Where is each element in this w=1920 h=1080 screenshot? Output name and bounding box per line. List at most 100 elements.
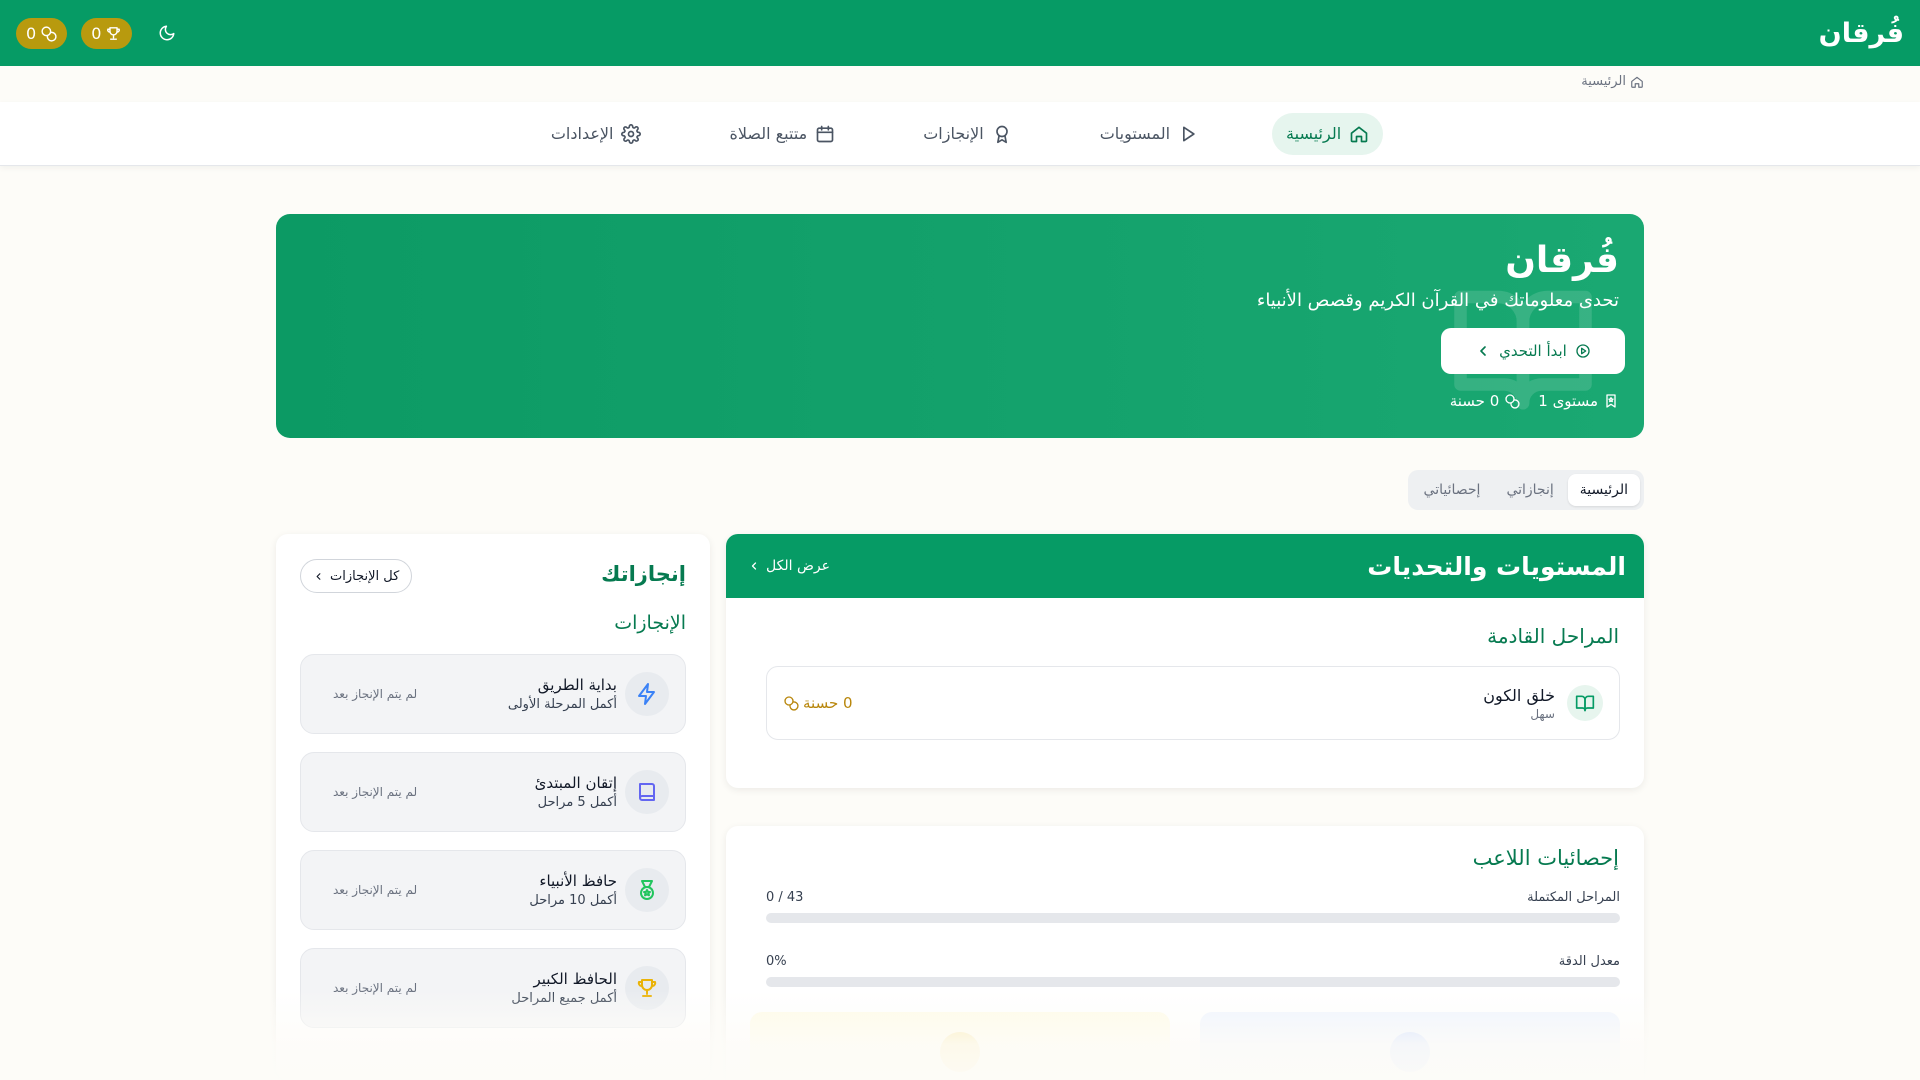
accuracy-progress-bar (766, 977, 1620, 987)
completed-stages-stat: المراحل المكتملة 0 / 43 (766, 890, 1620, 923)
achievement-desc: أكمل المرحلة الأولى (507, 697, 617, 712)
achievements-card: إنجازاتك كل الإنجازات الإنجازات بداية ال… (276, 534, 710, 1080)
stat-tile-yellow (750, 1012, 1170, 1080)
accuracy-label: معدل الدقة (1558, 954, 1620, 969)
view-tabs: الرئيسية إنجازاتي إحصائياتي (1407, 470, 1644, 510)
achievement-name: حافظ الأنبياء (539, 872, 617, 890)
main-nav: الرئيسية المستويات الإنجازات متتبع الصلا… (0, 102, 1920, 166)
nav-item-label: الإنجازات (923, 124, 984, 143)
achievement-item[interactable]: الحافظ الكبير أكمل جميع المراحل لم يتم ا… (300, 948, 686, 1028)
breadcrumb-home[interactable]: الرئيسية (1581, 74, 1626, 89)
chevron-left-icon (313, 571, 324, 582)
tab-home[interactable]: الرئيسية (1567, 474, 1640, 506)
achievement-status: لم يتم الإنجاز بعد (333, 785, 418, 799)
achievement-status: لم يتم الإنجاز بعد (333, 883, 418, 897)
play-icon (1178, 124, 1198, 144)
stat-tile-blue (1200, 1012, 1620, 1080)
stats-title: إحصائيات اللاعب (1472, 846, 1619, 870)
upcoming-stages-title: المراحل القادمة (1487, 624, 1619, 648)
start-challenge-button[interactable]: ابدأ التحدي (1441, 328, 1625, 374)
achievement-name: الحافظ الكبير (533, 970, 617, 988)
achievement-item[interactable]: إتقان المبتدئ أكمل 5 مراحل لم يتم الإنجا… (300, 752, 686, 832)
nav-item-home[interactable]: الرئيسية (1272, 112, 1384, 155)
gear-icon (621, 123, 642, 144)
achievement-desc: أكمل جميع المراحل (511, 991, 617, 1006)
achievement-desc: أكمل 5 مراحل (537, 795, 617, 810)
levels-title: المستويات والتحديات (1367, 551, 1626, 581)
chevron-left-icon (1475, 343, 1491, 359)
nav-item-levels[interactable]: المستويات (1086, 113, 1212, 155)
achievement-name: إتقان المبتدئ (534, 774, 617, 792)
hero-title: فُرقان (1505, 240, 1619, 281)
nav-item-label: الإعدادات (550, 124, 614, 143)
chevron-left-icon (748, 560, 760, 572)
achievement-name: بداية الطريق (537, 676, 617, 694)
all-achievements-button[interactable]: كل الإنجازات (300, 559, 413, 593)
achievement-text: إتقان المبتدئ أكمل 5 مراحل (535, 774, 617, 810)
points-label: 0 حسنة (1449, 392, 1500, 410)
lightning-icon (625, 672, 669, 716)
hero-subtitle: تحدى معلوماتك في القرآن الكريم وقصص الأن… (1256, 290, 1619, 311)
achievement-info: حافظ الأنبياء أكمل 10 مراحل (529, 868, 669, 912)
book-open-icon (1567, 685, 1603, 721)
completed-progress-bar (766, 913, 1620, 923)
nav-item-label: متتبع الصلاة (729, 124, 808, 143)
app-brand[interactable]: فُرقان (1819, 18, 1904, 49)
achievements-title: إنجازاتك (601, 562, 686, 586)
bookmark-icon (1603, 393, 1619, 409)
home-icon (1630, 75, 1644, 89)
levels-header: المستويات والتحديات عرض الكل (726, 534, 1644, 598)
accuracy-stat: معدل الدقة 0% (766, 954, 1620, 987)
points-count: 0 (26, 23, 37, 43)
achievement-desc: أكمل 10 مراحل (529, 893, 617, 908)
book-icon (625, 770, 669, 814)
achievement-text: بداية الطريق أكمل المرحلة الأولى (508, 676, 617, 712)
completed-stages-label: المراحل المكتملة (1527, 890, 1620, 905)
achievement-text: حافظ الأنبياء أكمل 10 مراحل (529, 872, 617, 908)
level-label: مستوى 1 (1538, 392, 1598, 410)
hero-meta: مستوى 1 0 حسنة (1450, 392, 1619, 410)
achievement-info: الحافظ الكبير أكمل جميع المراحل (511, 966, 669, 1010)
achievement-item[interactable]: حافظ الأنبياء أكمل 10 مراحل لم يتم الإنج… (300, 850, 686, 930)
theme-toggle-button[interactable] (154, 20, 180, 46)
tab-my-achievements[interactable]: إنجازاتي (1494, 474, 1565, 506)
achievement-info: بداية الطريق أكمل المرحلة الأولى (508, 672, 669, 716)
top-bar: فُرقان 0 0 (0, 0, 1920, 66)
achievement-status: لم يتم الإنجاز بعد (333, 687, 418, 701)
points-indicator: 0 حسنة (1450, 392, 1521, 410)
levels-card: المستويات والتحديات عرض الكل المراحل الق… (726, 534, 1644, 788)
achievement-info: إتقان المبتدئ أكمل 5 مراحل (535, 770, 669, 814)
tab-my-stats[interactable]: إحصائياتي (1412, 474, 1493, 506)
all-achievements-label: كل الإنجازات (330, 568, 400, 584)
achievements-subtitle: الإنجازات (614, 612, 686, 634)
achievement-text: الحافظ الكبير أكمل جميع المراحل (511, 970, 617, 1006)
award-icon (992, 124, 1012, 144)
nav-item-settings[interactable]: الإعدادات (537, 113, 656, 155)
stage-info: خلق الكون سهل (1483, 685, 1603, 721)
nav-item-achievements[interactable]: الإنجازات (909, 113, 1025, 155)
stage-card[interactable]: خلق الكون سهل 0 حسنة (766, 666, 1620, 740)
trophy-icon (105, 25, 122, 42)
nav-item-prayer-tracker[interactable]: متتبع الصلاة (715, 113, 849, 155)
accuracy-value: 0% (766, 954, 787, 969)
view-all-label: عرض الكل (766, 558, 830, 574)
calendar-icon (815, 124, 835, 144)
hero-banner: فُرقان تحدى معلوماتك في القرآن الكريم وق… (276, 214, 1644, 438)
stage-name: خلق الكون (1483, 685, 1555, 705)
start-challenge-label: ابدأ التحدي (1499, 342, 1567, 360)
stage-difficulty: سهل (1530, 706, 1555, 721)
trophy-icon (625, 966, 669, 1010)
stage-points: 0 حسنة (783, 694, 853, 712)
achievement-item[interactable]: بداية الطريق أكمل المرحلة الأولى لم يتم … (300, 654, 686, 734)
achievement-status: لم يتم الإنجاز بعد (333, 981, 418, 995)
stage-text: خلق الكون سهل (1483, 686, 1555, 721)
trophies-badge[interactable]: 0 (81, 17, 133, 49)
view-all-button[interactable]: عرض الكل (748, 558, 830, 574)
moon-icon (159, 25, 175, 41)
home-icon (1349, 124, 1369, 144)
stat-tile-icon (940, 1032, 980, 1072)
points-badge[interactable]: 0 (16, 17, 68, 49)
coins-icon (40, 25, 57, 42)
stage-points-label: 0 حسنة (803, 694, 853, 712)
completed-stages-value: 0 / 43 (766, 890, 804, 905)
